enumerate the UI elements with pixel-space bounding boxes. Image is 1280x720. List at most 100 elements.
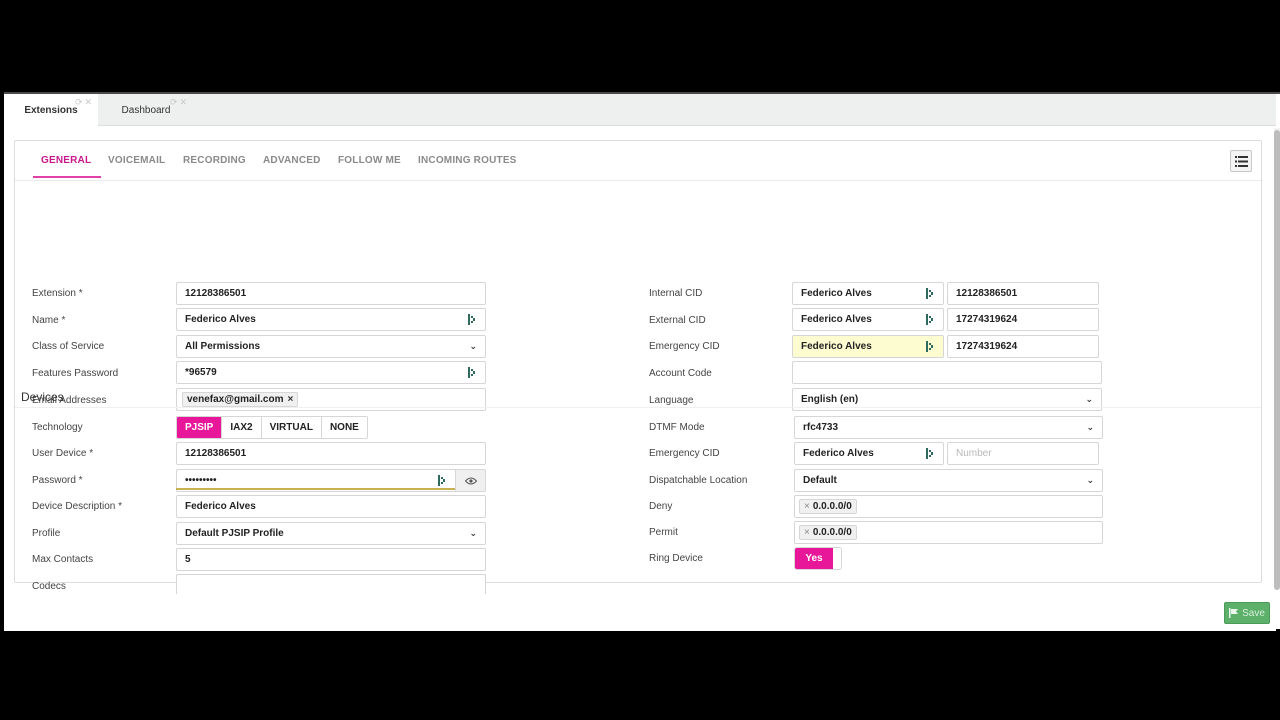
technology-none-button[interactable]: NONE	[321, 417, 367, 438]
remove-tag-icon[interactable]: ×	[804, 501, 810, 512]
close-icon[interactable]: ✕	[180, 97, 190, 107]
device-description-value: Federico Alves	[185, 501, 256, 512]
ring-device-toggle-on: Yes	[795, 548, 833, 569]
account-code-label: Account Code	[649, 368, 712, 379]
name-value: Federico Alves	[185, 314, 256, 325]
max-contacts-label: Max Contacts	[32, 554, 94, 565]
class-of-service-select[interactable]: All Permissions ⌄	[176, 335, 486, 358]
user-device-input[interactable]: 12128386501	[176, 442, 486, 465]
list-menu-button[interactable]	[1230, 150, 1252, 172]
user-device-value: 12128386501	[185, 448, 247, 459]
technology-virtual-button[interactable]: VIRTUAL	[261, 417, 322, 438]
device-emergency-cid-name: Federico Alves	[803, 448, 874, 459]
chevron-down-icon: ⌄	[1086, 422, 1094, 432]
chevron-down-icon: ⌄	[469, 528, 477, 538]
internal-cid-label: Internal CID	[649, 288, 703, 299]
account-code-input[interactable]	[792, 361, 1102, 384]
password-focus-underline	[176, 488, 455, 490]
device-description-label: Device Description *	[32, 501, 123, 512]
profile-select[interactable]: Default PJSIP Profile ⌄	[176, 522, 486, 545]
features-password-label: Features Password	[32, 368, 119, 379]
tab-incoming-routes[interactable]: INCOMING ROUTES	[418, 155, 517, 166]
deny-tag: × 0.0.0.0/0	[799, 499, 857, 514]
class-of-service-label: Class of Service	[32, 341, 105, 352]
close-icon[interactable]: ✕	[85, 97, 95, 107]
external-cid-number: 17274319624	[956, 314, 1018, 325]
tab-voicemail[interactable]: VOICEMAIL	[108, 155, 165, 166]
scrollbar-thumb[interactable]	[1274, 130, 1280, 590]
eye-icon	[464, 477, 477, 484]
remove-tag-icon[interactable]: ×	[287, 394, 293, 405]
max-contacts-input[interactable]: 5	[176, 548, 486, 571]
technology-pjsip-button[interactable]: PJSIP	[177, 417, 223, 438]
device-emergency-cid-label: Emergency CID	[649, 448, 720, 459]
dtmf-mode-label: DTMF Mode	[649, 422, 705, 433]
name-label: Name *	[32, 315, 66, 326]
deny-label: Deny	[649, 501, 673, 512]
max-contacts-value: 5	[185, 554, 191, 565]
emergency-cid-name-input[interactable]: Federico Alves	[792, 335, 944, 358]
dispatchable-location-label: Dispatchable Location	[649, 475, 748, 486]
external-cid-name-input[interactable]: Federico Alves	[792, 308, 944, 331]
cid-lookup-icon[interactable]	[438, 475, 447, 486]
email-tag: venefax@gmail.com ×	[182, 392, 299, 407]
emergency-cid-label: Emergency CID	[649, 341, 720, 352]
cid-lookup-icon[interactable]	[468, 367, 477, 378]
profile-label: Profile	[32, 528, 61, 539]
external-cid-number-input[interactable]: 17274319624	[947, 308, 1099, 331]
user-device-label: User Device *	[32, 448, 94, 459]
refresh-icon[interactable]: ⟳	[75, 97, 85, 107]
device-description-input[interactable]: Federico Alves	[176, 495, 486, 518]
tab-general[interactable]: GENERAL	[32, 155, 102, 178]
ring-device-toggle[interactable]: Yes	[794, 547, 842, 570]
device-emergency-cid-name-input[interactable]: Federico Alves	[794, 442, 944, 465]
permit-input[interactable]: × 0.0.0.0/0	[794, 521, 1103, 544]
cid-lookup-icon[interactable]	[926, 341, 935, 352]
show-password-button[interactable]	[455, 469, 486, 492]
cid-lookup-icon[interactable]	[468, 314, 477, 325]
tab-extensions-label: Extensions	[24, 105, 78, 116]
app-window: Extensions ⟳✕ Dashboard ⟳✕ GENERAL VOICE…	[4, 92, 1280, 631]
dispatchable-location-select[interactable]: Default ⌄	[794, 469, 1103, 492]
internal-cid-number: 12128386501	[956, 288, 1018, 299]
codecs-label: Codecs	[32, 581, 66, 592]
name-input[interactable]: Federico Alves	[176, 308, 486, 331]
dtmf-mode-select[interactable]: rfc4733 ⌄	[794, 416, 1103, 439]
emergency-cid-name: Federico Alves	[801, 341, 872, 352]
save-button[interactable]: Save	[1224, 602, 1270, 624]
features-password-value: *96579	[185, 367, 217, 378]
device-emergency-cid-number-input[interactable]: Number	[947, 442, 1099, 465]
language-value: English (en)	[801, 394, 859, 405]
refresh-icon[interactable]: ⟳	[170, 97, 180, 107]
class-of-service-value: All Permissions	[185, 341, 261, 352]
cid-lookup-icon[interactable]	[926, 448, 935, 459]
tab-follow-me[interactable]: FOLLOW ME	[338, 155, 401, 166]
ring-device-label: Ring Device	[649, 553, 703, 564]
extension-label: Extension *	[32, 288, 83, 299]
tab-recording[interactable]: RECORDING	[183, 155, 246, 166]
tab-extensions-controls: ⟳✕	[75, 97, 94, 108]
technology-label: Technology	[32, 422, 83, 433]
internal-cid-number-input[interactable]: 12128386501	[947, 282, 1099, 305]
permit-label: Permit	[649, 527, 678, 538]
dispatchable-location-value: Default	[803, 475, 837, 486]
deny-input[interactable]: × 0.0.0.0/0	[794, 495, 1103, 518]
save-label: Save	[1242, 607, 1265, 619]
cid-lookup-icon[interactable]	[926, 314, 935, 325]
external-cid-name: Federico Alves	[801, 314, 872, 325]
vertical-scrollbar[interactable]	[1274, 128, 1280, 590]
password-value: •••••••••	[185, 475, 217, 486]
tab-advanced[interactable]: ADVANCED	[263, 155, 321, 166]
technology-iax2-button[interactable]: IAX2	[222, 417, 262, 438]
extension-input[interactable]: 12128386501	[176, 282, 486, 305]
extension-value: 12128386501	[185, 288, 247, 299]
internal-cid-name-input[interactable]: Federico Alves	[792, 282, 944, 305]
permit-tag-value: 0.0.0.0/0	[812, 527, 852, 538]
language-label: Language	[649, 395, 694, 406]
remove-tag-icon[interactable]: ×	[804, 527, 810, 538]
emergency-cid-number-input[interactable]: 17274319624	[947, 335, 1099, 358]
section-divider	[15, 407, 1261, 408]
cid-lookup-icon[interactable]	[926, 288, 935, 299]
external-cid-label: External CID	[649, 315, 706, 326]
features-password-input[interactable]: *96579	[176, 361, 486, 384]
